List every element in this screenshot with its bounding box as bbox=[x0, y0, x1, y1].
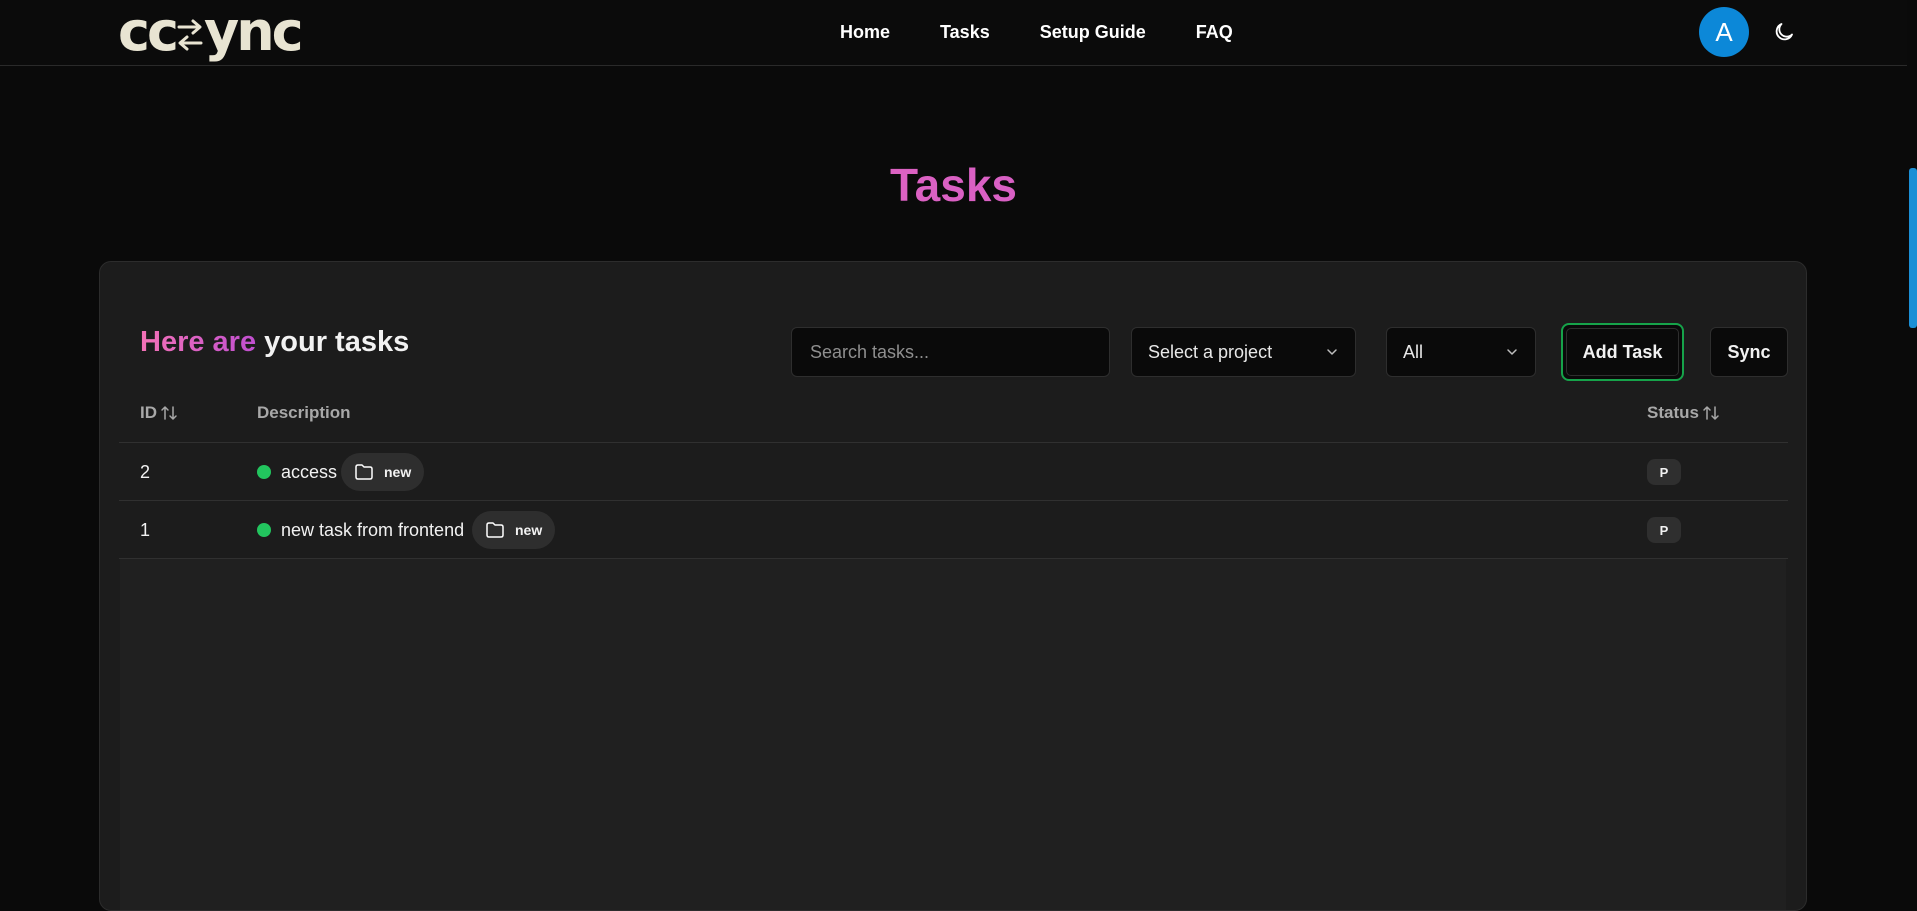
column-header-description: Description bbox=[257, 403, 351, 422]
tasks-heading-accent: Here are bbox=[140, 326, 257, 358]
folder-icon bbox=[355, 464, 373, 480]
row-divider bbox=[119, 500, 1788, 501]
project-tag-label: new bbox=[515, 522, 543, 538]
moon-icon[interactable] bbox=[1772, 20, 1796, 44]
status-filter-select[interactable]: All bbox=[1386, 327, 1536, 377]
project-tag[interactable]: new bbox=[341, 453, 425, 491]
nav-faq-link[interactable]: FAQ bbox=[1196, 22, 1233, 43]
project-select-value: Select a project bbox=[1148, 341, 1273, 362]
column-header-id[interactable]: ID bbox=[140, 403, 178, 423]
status-filter-value: All bbox=[1403, 341, 1424, 362]
main-nav: Home Tasks Setup Guide FAQ bbox=[840, 0, 1283, 65]
add-task-button-ring: Add Task bbox=[1561, 323, 1684, 381]
search-input[interactable] bbox=[808, 340, 1093, 364]
row-divider bbox=[119, 558, 1788, 559]
scrollbar-thumb[interactable] bbox=[1909, 168, 1917, 328]
status-badge: P bbox=[1647, 517, 1681, 543]
task-description: new task from frontend bbox=[281, 520, 465, 540]
folder-icon bbox=[486, 522, 504, 538]
row-divider bbox=[119, 442, 1788, 443]
column-header-status-label: Status bbox=[1647, 403, 1699, 422]
page-title: Tasks bbox=[0, 158, 1907, 212]
logo-text-right: ync bbox=[204, 0, 304, 63]
project-select[interactable]: Select a project bbox=[1131, 327, 1356, 377]
project-tag-label: new bbox=[384, 464, 412, 480]
nav-tasks-link[interactable]: Tasks bbox=[940, 22, 990, 43]
task-id: 2 bbox=[140, 462, 151, 482]
search-field bbox=[791, 327, 1110, 377]
column-header-id-label: ID bbox=[140, 403, 157, 422]
task-id: 1 bbox=[140, 520, 151, 540]
chevron-down-icon bbox=[1327, 349, 1337, 355]
logo-text-left: cc bbox=[118, 0, 179, 63]
tasks-heading: Here are your tasks bbox=[140, 326, 409, 359]
nav-setup-guide-link[interactable]: Setup Guide bbox=[1040, 22, 1146, 43]
column-header-status[interactable]: Status bbox=[1647, 403, 1720, 423]
task-description: access bbox=[281, 462, 338, 482]
sort-arrows-icon[interactable] bbox=[1702, 404, 1720, 422]
project-tag[interactable]: new bbox=[472, 511, 556, 549]
task-status-dot bbox=[257, 465, 271, 479]
user-avatar[interactable]: A bbox=[1699, 7, 1749, 57]
chevron-down-icon bbox=[1507, 349, 1517, 355]
task-status-dot bbox=[257, 523, 271, 537]
top-navbar: cc ync Home Tasks Setup Guide FAQ A bbox=[0, 0, 1907, 66]
sync-button[interactable]: Sync bbox=[1710, 327, 1788, 377]
add-task-button[interactable]: Add Task bbox=[1566, 328, 1679, 376]
nav-home-link[interactable]: Home bbox=[840, 22, 890, 43]
tasks-heading-rest: your tasks bbox=[264, 326, 410, 358]
ccsync-logo[interactable]: cc ync bbox=[118, 4, 304, 60]
logo-sync-arrows-icon bbox=[177, 19, 203, 51]
sort-arrows-icon[interactable] bbox=[160, 404, 178, 422]
status-badge: P bbox=[1647, 459, 1681, 485]
